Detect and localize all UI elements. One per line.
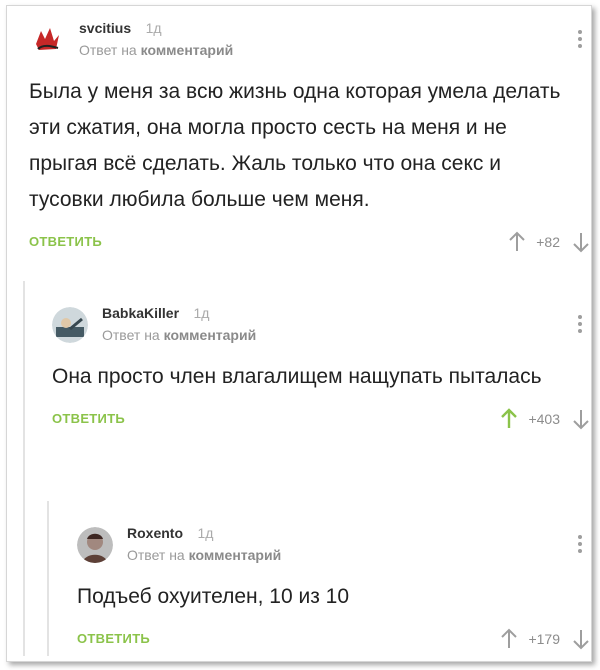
reply-button[interactable]: ОТВЕТИТЬ [77, 631, 150, 646]
vote-controls: +82 [508, 230, 590, 254]
more-options-icon[interactable] [578, 535, 582, 556]
comment: Roxento 1д Ответ на комментарий Подъеб о… [77, 521, 594, 655]
username[interactable]: svcitius [79, 20, 131, 36]
downvote-arrow-icon[interactable] [572, 627, 590, 651]
username[interactable]: Roxento [127, 525, 183, 541]
comment-actions: ОТВЕТИТЬ +82 [29, 228, 594, 258]
comment-actions: ОТВЕТИТЬ +403 [52, 405, 594, 435]
comment-age: 1д [193, 305, 210, 321]
reply-prefix: Ответ на [79, 42, 137, 58]
thread-line[interactable] [23, 281, 25, 656]
vote-controls: +179 [500, 627, 590, 651]
downvote-arrow-icon[interactable] [572, 407, 590, 431]
reply-button[interactable]: ОТВЕТИТЬ [52, 411, 125, 426]
comment: BabkaKiller 1д Ответ на комментарий Она … [52, 301, 594, 435]
comment-age: 1д [145, 20, 162, 36]
comment: svcitius 1д Ответ на комментарий Была у … [29, 16, 594, 258]
reply-target-link[interactable]: комментарий [164, 327, 257, 343]
comment-header: BabkaKiller 1д Ответ на комментарий [52, 301, 594, 345]
score: +179 [528, 631, 560, 647]
reply-to: Ответ на комментарий [127, 547, 281, 563]
comment-text: Была у меня за всю жизнь одна которая ум… [29, 80, 561, 211]
comment-header: Roxento 1д Ответ на комментарий [77, 521, 594, 565]
comment-meta: Roxento 1д Ответ на комментарий [127, 525, 281, 563]
comments-panel: svcitius 1д Ответ на комментарий Была у … [6, 5, 592, 662]
username[interactable]: BabkaKiller [102, 305, 179, 321]
reply-prefix: Ответ на [127, 547, 185, 563]
comment-age: 1д [197, 525, 214, 541]
reply-to: Ответ на комментарий [102, 327, 256, 343]
upvote-arrow-icon[interactable] [508, 230, 526, 254]
comment-text: Она просто член влагалищем нащупать пыта… [52, 365, 542, 388]
reply-target-link[interactable]: комментарий [141, 42, 234, 58]
score: +403 [528, 411, 560, 427]
reply-target-link[interactable]: комментарий [189, 547, 282, 563]
thread-line[interactable] [47, 501, 49, 656]
upvote-arrow-icon[interactable] [500, 407, 518, 431]
vote-controls: +403 [500, 407, 590, 431]
comment-header: svcitius 1д Ответ на комментарий [29, 16, 594, 60]
comment-meta: BabkaKiller 1д Ответ на комментарий [102, 305, 256, 343]
comment-actions: ОТВЕТИТЬ +179 [77, 625, 594, 655]
reply-prefix: Ответ на [102, 327, 160, 343]
avatar[interactable] [52, 307, 88, 343]
avatar[interactable] [29, 22, 65, 58]
comment-text: Подъеб охуителен, 10 из 10 [77, 585, 350, 608]
score: +82 [536, 234, 560, 250]
avatar[interactable] [77, 527, 113, 563]
more-options-icon[interactable] [578, 30, 582, 51]
reply-button[interactable]: ОТВЕТИТЬ [29, 234, 102, 249]
upvote-arrow-icon[interactable] [500, 627, 518, 651]
comment-meta: svcitius 1д Ответ на комментарий [79, 20, 233, 58]
downvote-arrow-icon[interactable] [572, 230, 590, 254]
reply-to: Ответ на комментарий [79, 42, 233, 58]
more-options-icon[interactable] [578, 315, 582, 336]
